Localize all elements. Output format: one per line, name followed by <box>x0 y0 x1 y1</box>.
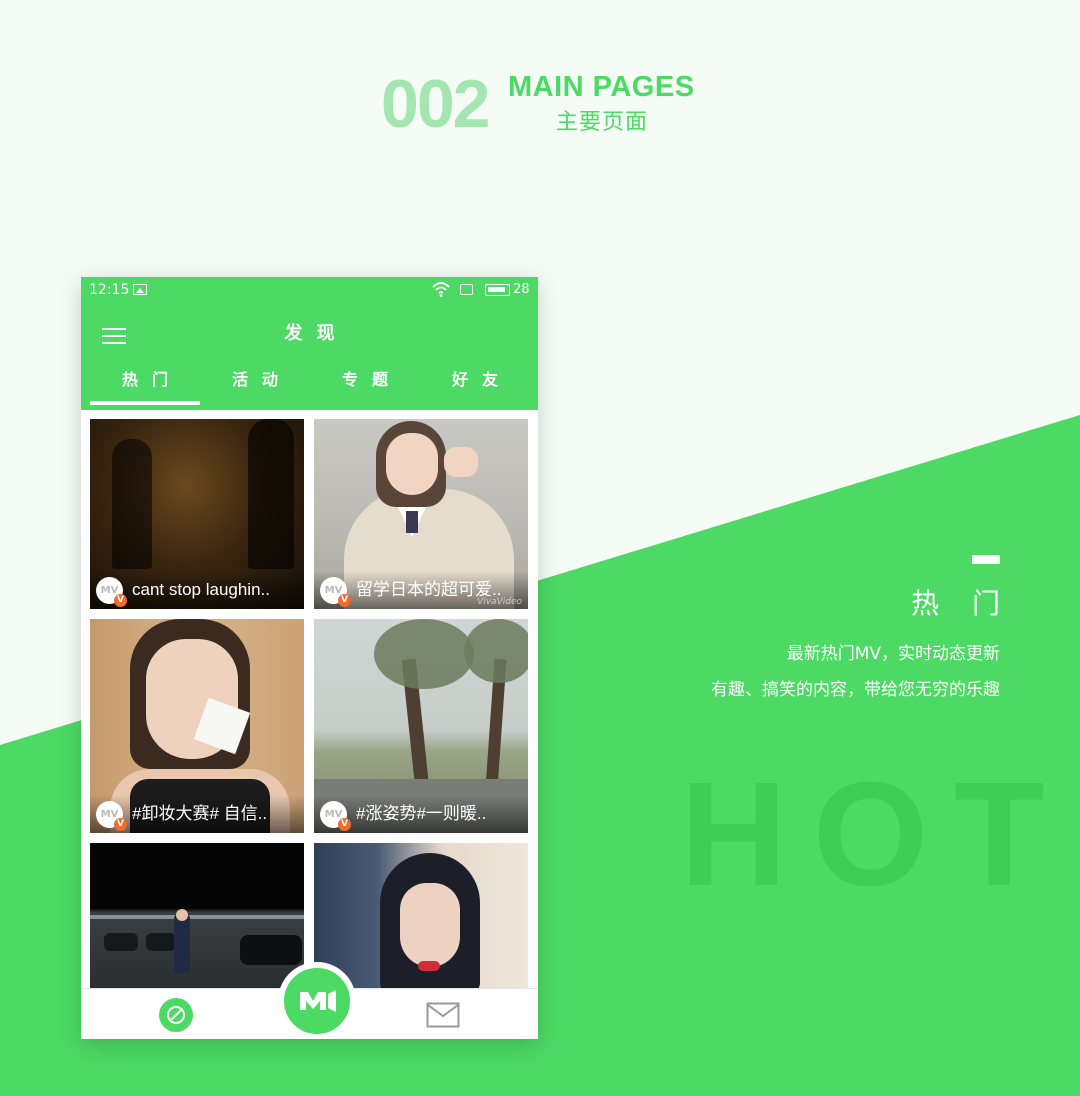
tab-hot[interactable]: 热门 <box>90 367 200 407</box>
video-thumbnail <box>90 843 304 988</box>
hot-watermark: HOT <box>680 752 1071 917</box>
video-card[interactable]: MV V 留学日本的超可爱.. VivaVideo <box>314 419 528 609</box>
app-bar: 12:15 28 发现 热门 活动 专题 好友 <box>81 277 538 410</box>
tab-activity[interactable]: 活动 <box>200 367 310 407</box>
video-card[interactable]: MV V #涨姿势#一则暖.. <box>314 619 528 833</box>
status-time: 12:15 <box>89 282 130 298</box>
image-notification-icon <box>133 284 147 295</box>
battery-icon <box>485 284 510 296</box>
section-title: MAIN PAGES <box>508 71 695 103</box>
video-card[interactable]: MV V #卸妆大赛# 自信.. <box>90 619 304 833</box>
phone-screen: 12:15 28 发现 热门 活动 专题 好友 MV V cant stop l… <box>81 277 538 1039</box>
accent-dash <box>972 555 1000 564</box>
video-card[interactable] <box>314 843 528 988</box>
video-watermark: VivaVideo <box>477 597 522 607</box>
video-card[interactable] <box>90 843 304 988</box>
app-title: 发现 <box>284 323 349 344</box>
video-thumbnail <box>314 843 528 988</box>
tab-friends[interactable]: 好友 <box>420 367 530 407</box>
video-card[interactable]: MV V cant stop laughin.. <box>90 419 304 609</box>
video-caption: #卸妆大赛# 自信.. <box>132 804 268 823</box>
tab-topic[interactable]: 专题 <box>310 367 420 407</box>
avatar[interactable]: MV <box>320 577 347 604</box>
sim-icon <box>460 284 473 295</box>
discover-tab[interactable] <box>159 998 193 1032</box>
section-number: 002 <box>381 66 490 142</box>
section-subtitle: 主要页面 <box>556 110 649 135</box>
video-caption: #涨姿势#一则暖.. <box>356 804 487 823</box>
video-caption: cant stop laughin.. <box>132 580 270 599</box>
status-bar: 12:15 28 <box>81 277 538 303</box>
record-mv-button[interactable] <box>278 962 356 1039</box>
mv-logo-icon <box>300 990 336 1012</box>
feature-description-line2: 有趣、搞笑的内容，带给您无穷的乐趣 <box>711 680 1000 700</box>
avatar[interactable]: MV <box>96 577 123 604</box>
messages-tab[interactable] <box>426 1002 460 1028</box>
battery-level: 28 <box>513 282 530 297</box>
compass-icon <box>167 1006 185 1024</box>
feature-description-line1: 最新热门MV，实时动态更新 <box>786 644 1000 664</box>
wifi-icon <box>432 282 450 297</box>
tab-bar: 热门 活动 专题 好友 <box>90 367 530 407</box>
mail-icon <box>426 1002 460 1028</box>
avatar[interactable]: MV <box>96 801 123 828</box>
avatar[interactable]: MV <box>320 801 347 828</box>
feature-title: 热 门 <box>911 587 1012 620</box>
